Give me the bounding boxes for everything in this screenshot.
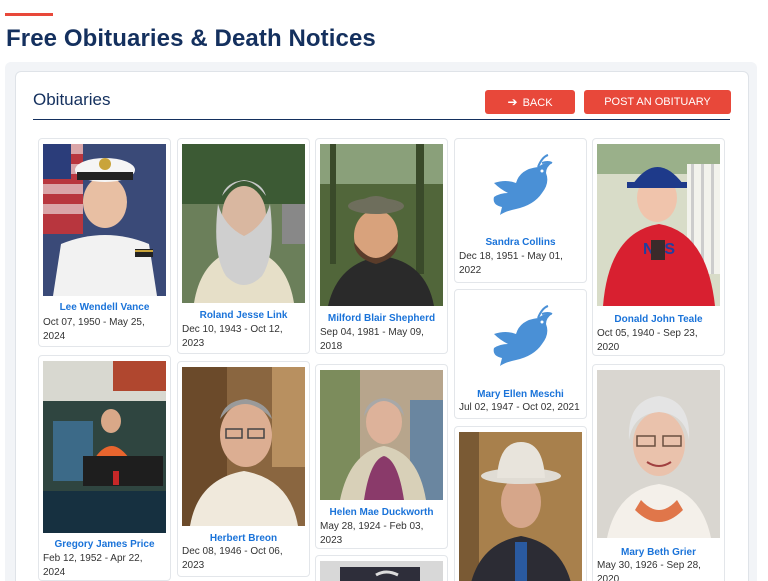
section-divider <box>33 119 730 120</box>
obituary-dates: May 28, 1924 - Feb 03, 2023 <box>320 521 424 546</box>
photo-milford-blair-shepherd <box>320 144 443 306</box>
obituary-card-partial-cowboy[interactable] <box>454 426 587 581</box>
obituary-dates: Jul 02, 1947 - Oct 02, 2021 <box>459 402 580 413</box>
dove-icon-wrap <box>455 304 586 368</box>
section-title: Obituaries <box>33 90 111 109</box>
obituary-name[interactable]: Donald John Teale <box>593 314 724 325</box>
dove-icon <box>493 154 552 215</box>
obituary-card-helen-mae-duckworth[interactable]: Helen Mae Duckworth May 28, 1924 - Feb 0… <box>315 364 448 549</box>
obituary-name[interactable]: Roland Jesse Link <box>178 310 309 321</box>
photo-lee-wendell-vance <box>43 144 166 296</box>
title-accent-bar <box>5 13 53 16</box>
post-obituary-button[interactable]: POST AN OBITUARY <box>584 90 731 114</box>
obituary-card-sandra-collins[interactable]: Sandra Collins Dec 18, 1951 - May 01, 20… <box>454 138 587 283</box>
arrow-left-icon: ➔ <box>507 95 518 109</box>
obituary-dates: Sep 04, 1981 - May 09, 2018 <box>320 327 424 352</box>
obituary-card-gregory-james-price[interactable]: Gregory James Price Feb 12, 1952 - Apr 2… <box>38 355 171 581</box>
back-button-label: BACK <box>522 97 553 109</box>
photo-roland-jesse-link <box>182 144 305 303</box>
dove-icon-wrap <box>455 153 586 217</box>
obituary-card-mary-ellen-meschi[interactable]: Mary Ellen Meschi Jul 02, 1947 - Oct 02,… <box>454 289 587 419</box>
obituary-name[interactable]: Helen Mae Duckworth <box>316 507 447 518</box>
photo-mary-beth-grier <box>597 370 720 538</box>
obituary-card-milford-blair-shepherd[interactable]: Milford Blair Shepherd Sep 04, 1981 - Ma… <box>315 138 448 354</box>
obituary-card-partial[interactable] <box>315 555 448 581</box>
obituary-name[interactable]: Gregory James Price <box>39 539 170 550</box>
obituary-dates: Oct 05, 1940 - Sep 23, 2020 <box>597 328 698 353</box>
photo-partial <box>320 561 443 581</box>
obituary-name[interactable]: Lee Wendell Vance <box>39 302 170 313</box>
obituary-card-roland-jesse-link[interactable]: Roland Jesse Link Dec 10, 1943 - Oct 12,… <box>177 138 310 354</box>
obituary-dates: Dec 10, 1943 - Oct 12, 2023 <box>182 324 283 349</box>
obituary-name[interactable]: Milford Blair Shepherd <box>316 313 447 324</box>
obituary-dates: Dec 18, 1951 - May 01, 2022 <box>459 251 563 276</box>
obituary-name[interactable]: Herbert Breon <box>178 533 309 544</box>
page-title: Free Obituaries & Death Notices <box>6 25 376 52</box>
obituary-card-donald-john-teale[interactable]: NTS Donald John Teale Oct 05, 1940 - Sep… <box>592 138 725 356</box>
back-button[interactable]: ➔ BACK <box>485 90 575 114</box>
photo-helen-mae-duckworth <box>320 370 443 500</box>
obituary-name[interactable]: Mary Beth Grier <box>593 547 724 558</box>
obituary-dates: Dec 08, 1946 - Oct 06, 2023 <box>182 546 283 571</box>
obituary-card-mary-beth-grier[interactable]: Mary Beth Grier May 30, 1926 - Sep 28, 2… <box>592 364 725 581</box>
dove-icon <box>493 305 552 366</box>
obituary-name[interactable]: Sandra Collins <box>455 237 586 248</box>
photo-partial-cowboy <box>459 432 582 581</box>
obituary-card-lee-wendell-vance[interactable]: Lee Wendell Vance Oct 07, 1950 - May 25,… <box>38 138 171 347</box>
photo-herbert-breon <box>182 367 305 526</box>
obituary-dates: May 30, 1926 - Sep 28, 2020 <box>597 560 701 581</box>
obituary-card-herbert-breon[interactable]: Herbert Breon Dec 08, 1946 - Oct 06, 202… <box>177 361 310 577</box>
obituary-name[interactable]: Mary Ellen Meschi <box>455 389 586 400</box>
post-obituary-button-label: POST AN OBITUARY <box>604 96 711 108</box>
obituary-dates: Oct 07, 1950 - May 25, 2024 <box>43 317 145 342</box>
photo-gregory-james-price <box>43 361 166 533</box>
obituary-dates: Feb 12, 1952 - Apr 22, 2024 <box>43 553 143 578</box>
photo-donald-john-teale: NTS <box>597 144 720 306</box>
